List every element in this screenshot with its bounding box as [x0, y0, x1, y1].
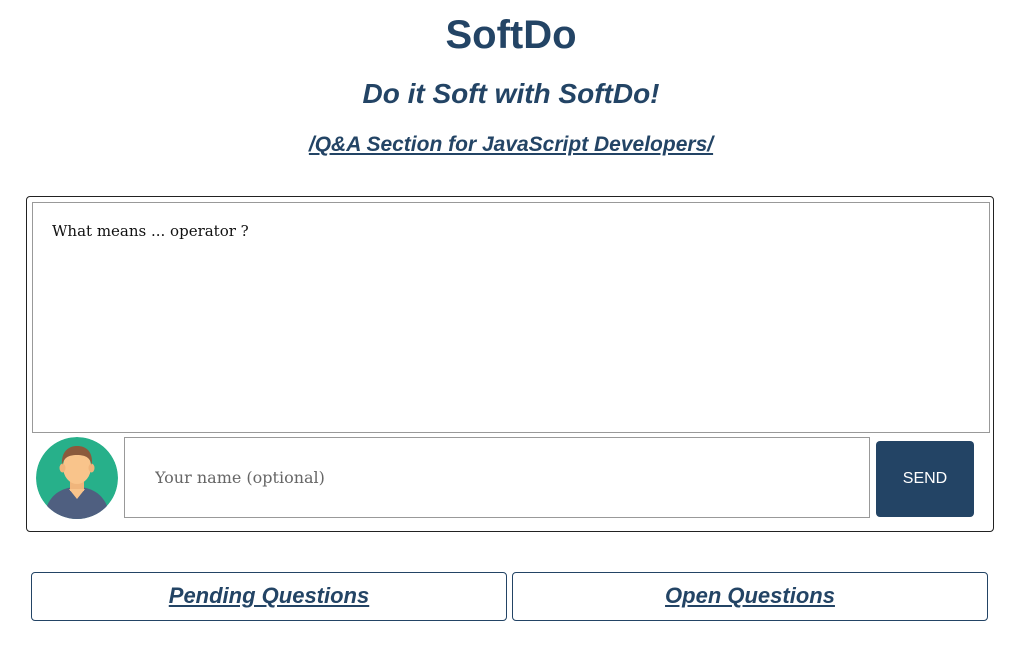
question-form: What means ... operator ? SEND	[26, 196, 994, 532]
avatar-graphic	[36, 437, 118, 519]
tagline: Do it Soft with SoftDo!	[362, 78, 660, 109]
pending-questions-button[interactable]: Pending Questions	[31, 572, 507, 621]
qa-section-link[interactable]: /Q&A Section for JavaScript Developers/	[309, 133, 713, 156]
open-questions-button[interactable]: Open Questions	[512, 572, 988, 621]
user-avatar-icon	[36, 437, 118, 519]
send-button[interactable]: SEND	[876, 441, 974, 517]
open-questions-link[interactable]: Open Questions	[665, 583, 835, 608]
name-input[interactable]	[124, 437, 870, 518]
pending-questions-link[interactable]: Pending Questions	[169, 583, 369, 608]
section-heading: /Q&A Section for JavaScript Developers/	[0, 130, 1017, 160]
question-textarea[interactable]: What means ... operator ?	[32, 202, 990, 433]
site-title: SoftDo	[445, 13, 577, 57]
